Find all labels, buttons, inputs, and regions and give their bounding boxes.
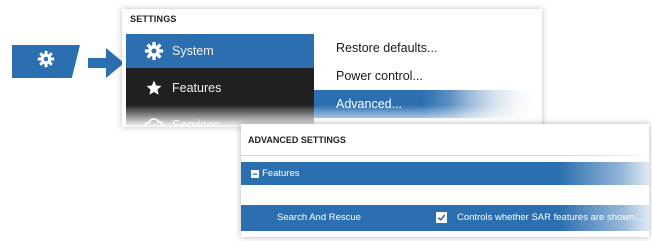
collapse-toggle[interactable] bbox=[251, 169, 259, 178]
category-label: Features bbox=[172, 81, 222, 95]
advanced-settings-title: ADVANCED SETTINGS bbox=[248, 135, 346, 145]
gear-icon bbox=[37, 50, 55, 73]
minus-icon bbox=[252, 173, 258, 175]
settings-options-list: Restore defaults... Power control... Adv… bbox=[314, 34, 542, 127]
gear-icon bbox=[136, 41, 172, 61]
category-system[interactable]: System bbox=[126, 34, 314, 68]
divider bbox=[241, 155, 649, 156]
settings-title: SETTINGS bbox=[130, 14, 177, 24]
search-and-rescue-row[interactable]: Search And Rescue Controls whether SAR f… bbox=[241, 205, 649, 231]
arrow-right-icon bbox=[88, 48, 124, 78]
settings-shortcut-button[interactable] bbox=[12, 45, 80, 78]
category-features[interactable]: Features bbox=[126, 71, 314, 105]
category-label: System bbox=[172, 44, 214, 58]
features-group-label: Features bbox=[262, 168, 300, 179]
setting-label: Search And Rescue bbox=[277, 212, 361, 223]
checkmark-icon bbox=[437, 214, 446, 222]
restore-defaults-item[interactable]: Restore defaults... bbox=[314, 34, 542, 62]
setting-description: Controls whether SAR features are shown.… bbox=[457, 212, 643, 223]
star-icon bbox=[136, 79, 172, 97]
settings-panel: SETTINGS System Features Services Restor… bbox=[122, 9, 542, 127]
advanced-settings-panel: ADVANCED SETTINGS Features Search And Re… bbox=[241, 124, 649, 237]
sar-checkbox[interactable] bbox=[436, 212, 447, 223]
features-group-header[interactable]: Features bbox=[241, 162, 649, 185]
category-label: Services bbox=[172, 118, 220, 127]
advanced-item[interactable]: Advanced... bbox=[314, 90, 542, 118]
power-control-item[interactable]: Power control... bbox=[314, 62, 542, 90]
cloud-icon bbox=[136, 117, 172, 127]
settings-category-list: System Features Services bbox=[126, 34, 314, 127]
